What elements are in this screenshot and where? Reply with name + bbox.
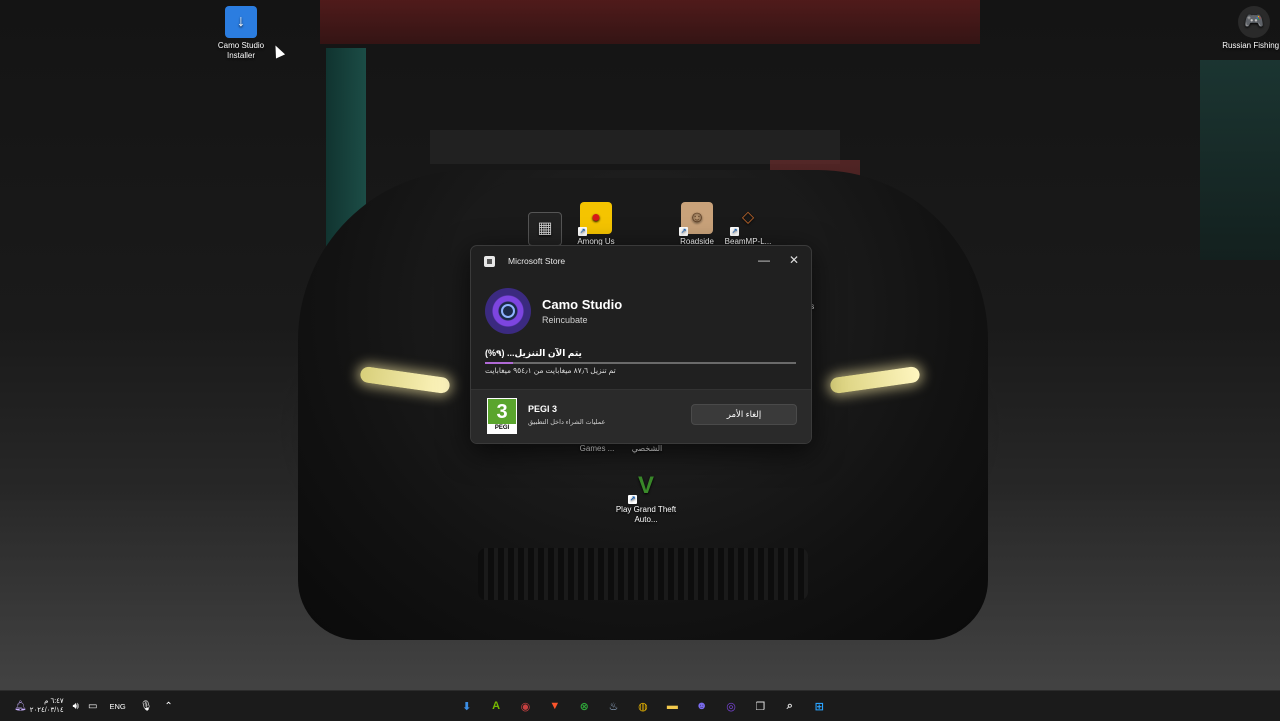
download-progress-bar [485,362,796,364]
desktop-icon-beammp[interactable]: ◇ ↗ BeamMP-L... [716,202,780,247]
taskbar-apps: ⬇ A ◉ ▼ ⊗ ♨ ◍ ▬ ☻ ◎ ❐ ⌕ ⊞ [452,695,834,717]
download-size-info: تم تنزيل ٨٧٫٦ ميغابايت من ٩٥٤٫١ ميغابايت [485,366,616,375]
notification-bell-icon[interactable]: 🔔︎ [14,701,27,712]
desktop-icon-partial-personal[interactable]: الشخصي [615,444,679,454]
camo-icon[interactable]: ◎ [720,695,742,717]
wallpaper-crossbeam [430,130,840,164]
app-name: Camo Studio [542,297,623,312]
brave-browser-icon[interactable]: ▼ [544,695,566,717]
minimize-button[interactable]: — [749,250,779,270]
wallpaper-steel-beam [320,0,980,44]
wallpaper-car-grille [478,548,808,600]
pegi-title: PEGI 3 [528,404,558,414]
file-explorer-icon[interactable]: ▬ [661,695,683,717]
search-icon[interactable]: ⌕ [779,695,801,717]
video-file-icon: ▦ [528,212,562,246]
microphone-icon[interactable]: 🎙︎ [140,701,153,712]
taskbar: 🔔︎ ٦:٤٧ م ٢٠٢٤/٠٣/١٤ 🔊︎ ▭ ENG 🎙︎ ⌃ ⬇ A ◉ ▼ ⊗… [0,690,1280,721]
rating-footer: 3 PEGI PEGI 3 عمليات الشراء داخل التطبيق… [471,389,811,443]
shortcut-arrow-icon: ↗ [578,227,587,236]
windows-start-icon[interactable]: ⊞ [808,695,830,717]
close-button[interactable]: ✕ [779,250,809,270]
camo-studio-icon [485,288,531,334]
pegi-number: 3 [496,401,508,423]
shortcut-arrow-icon: ↗ [730,227,739,236]
chrome-icon[interactable]: ◍ [632,695,654,717]
desktop-icon-label: الشخصي [631,444,663,453]
window-title: Microsoft Store [508,256,566,266]
pegi-badge-label: PEGI [488,424,516,433]
cancel-button[interactable]: إلغاء الأمر [691,404,797,425]
steam-icon[interactable]: ♨ [603,695,625,717]
desktop-icon-camo-installer[interactable]: ↓ Camo Studio Installer [209,6,273,61]
desktop-icon-label: Russian Fishing 4 [1222,41,1280,50]
app-publisher: Reincubate [542,315,588,325]
download-progress-fill [485,362,513,364]
window-titlebar[interactable]: Microsoft Store — ✕ [471,246,811,276]
gaming-app-icon[interactable]: ◉ [514,695,536,717]
microsoft-store-window: Microsoft Store — ✕ Camo Studio Reincuba… [470,245,812,444]
pegi-rating-badge: 3 PEGI [487,398,517,434]
gamepad-icon: 🎮 [1238,6,1270,38]
among-us-icon: ● ↗ [578,202,612,236]
installer-bag-icon: ↓ [225,6,257,38]
desktop-icon-label: Play Grand Theft Auto... [615,505,677,524]
desktop-icon-among-us[interactable]: ● ↗ Among Us [564,202,628,247]
system-tray: 🔔︎ ٦:٤٧ م ٢٠٢٤/٠٣/١٤ 🔊︎ ▭ ENG 🎙︎ ⌃ [10,691,173,721]
download-status: يتم الآن التنزيل... (٩%) [485,348,582,358]
clock-date: ٢٠٢٤/٠٣/١٤ [29,707,64,714]
roadside-face-icon: ☺ ↗ [679,202,713,236]
shortcut-arrow-icon: ↗ [679,227,688,236]
beammp-icon: ◇ ↗ [730,209,755,236]
nvidia-icon[interactable]: A [485,695,507,717]
clock[interactable]: ٦:٤٧ م ٢٠٢٤/٠٣/١٤ [30,697,64,715]
store-bag-icon [484,255,495,267]
mouse-cursor-icon [270,43,286,59]
shortcut-arrow-icon: ↗ [628,495,637,504]
gta-v-icon: V ↗ [628,472,654,504]
desktop-icon-gta-v[interactable]: V ↗ Play Grand Theft Auto... [614,470,678,525]
desktop-icon-label: Camo Studio Installer [217,41,265,60]
display-icon[interactable]: ▭ [88,701,97,712]
clock-time: ٦:٤٧ م [44,698,64,705]
chevron-up-icon[interactable]: ⌃ [164,701,172,712]
wallpaper-window [1200,60,1280,260]
download-app-icon[interactable]: ⬇ [456,695,478,717]
language-indicator[interactable]: ENG [109,702,125,711]
desktop-icon-russian-fishing[interactable]: 🎮 Russian Fishing 4 [1222,6,1280,51]
xbox-icon[interactable]: ⊗ [573,695,595,717]
task-view-icon[interactable]: ❐ [749,695,771,717]
discord-icon[interactable]: ☻ [691,695,713,717]
volume-icon[interactable]: 🔊︎ [73,701,79,712]
pegi-subtitle: عمليات الشراء داخل التطبيق [528,419,606,426]
app-header: Camo Studio Reincubate [485,288,622,334]
